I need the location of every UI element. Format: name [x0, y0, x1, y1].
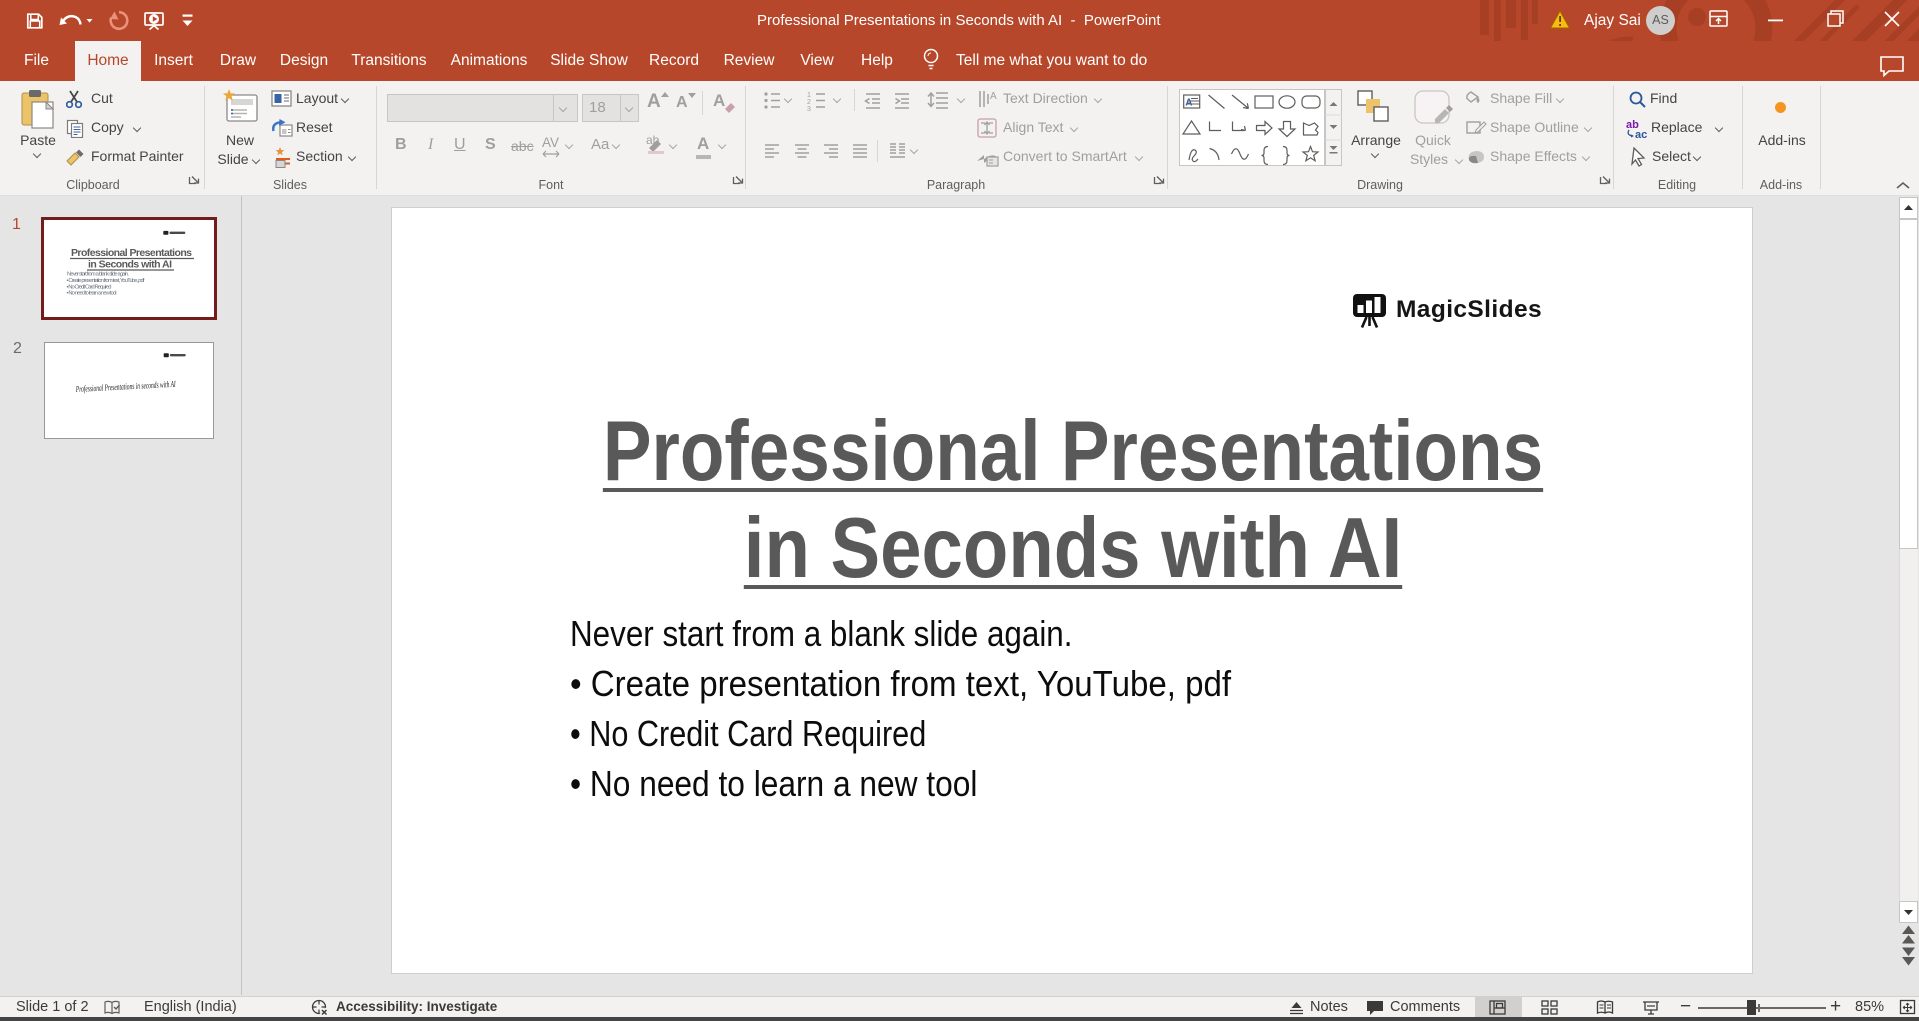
svg-text:ac: ac	[1635, 129, 1647, 139]
svg-text:1: 1	[807, 92, 811, 99]
svg-text:• No need to learn a new tool: • No need to learn a new tool	[67, 291, 117, 297]
svg-text:• Create presentation from tex: • Create presentation from text, YouTube…	[67, 278, 145, 284]
svg-text:in Seconds with AI: in Seconds with AI	[88, 259, 172, 271]
svg-text:3: 3	[807, 106, 811, 113]
svg-text:A: A	[1185, 98, 1192, 109]
svg-text:Never start from a blank slide: Never start from a blank slide again.	[67, 272, 129, 278]
svg-text:A: A	[990, 91, 997, 102]
svg-text:Professional Presentations in: Professional Presentations in seconds wi…	[75, 379, 177, 394]
svg-text:2: 2	[807, 99, 811, 106]
svg-text:Professional Presentations: Professional Presentations	[71, 247, 192, 259]
